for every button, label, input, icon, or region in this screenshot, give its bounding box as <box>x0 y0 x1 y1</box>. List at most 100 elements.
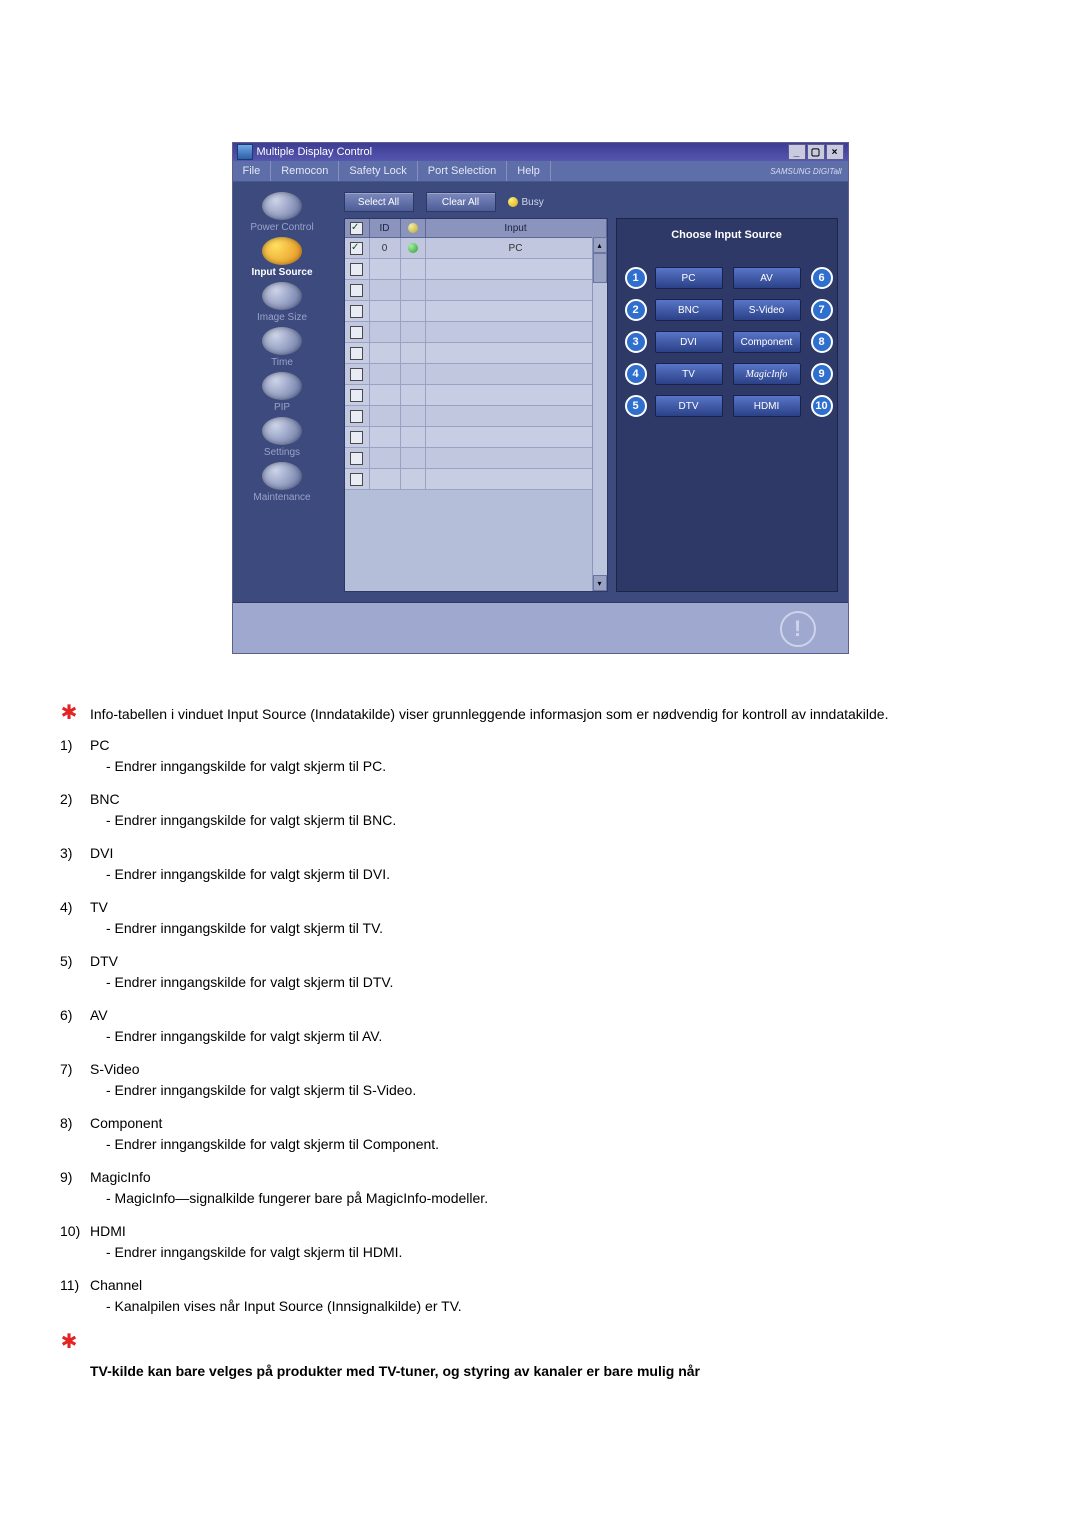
close-button[interactable]: × <box>826 144 844 160</box>
col-id-header[interactable]: ID <box>370 219 401 237</box>
item-number: 3) <box>60 843 72 864</box>
cell-input <box>426 301 607 321</box>
item-title: TV <box>90 899 108 915</box>
menu-help[interactable]: Help <box>507 161 551 181</box>
item-title: MagicInfo <box>90 1169 151 1185</box>
cell-check[interactable] <box>345 448 370 468</box>
choose-input-title: Choose Input Source <box>625 229 829 241</box>
sidebar-item-maintenance[interactable]: Maintenance <box>237 462 327 503</box>
table-row[interactable]: 0PC <box>345 238 607 259</box>
cell-id: 0 <box>370 238 401 258</box>
info-icon: ! <box>780 611 816 647</box>
table-row[interactable] <box>345 448 607 469</box>
select-all-button[interactable]: Select All <box>344 192 414 212</box>
cell-check[interactable] <box>345 406 370 426</box>
cell-check[interactable] <box>345 280 370 300</box>
table-row[interactable] <box>345 259 607 280</box>
settings-icon <box>262 417 302 445</box>
item-sub: - Endrer inngangskilde for valgt skjerm … <box>90 864 1020 885</box>
sidebar-item-settings[interactable]: Settings <box>237 417 327 458</box>
cell-check[interactable] <box>345 322 370 342</box>
source-button-hdmi[interactable]: HDMI <box>733 395 801 417</box>
source-button-bnc[interactable]: BNC <box>655 299 723 321</box>
cell-check[interactable] <box>345 427 370 447</box>
cell-check[interactable] <box>345 469 370 489</box>
item-number: 8) <box>60 1113 72 1134</box>
cell-id <box>370 406 401 426</box>
window-title: Multiple Display Control <box>257 146 373 158</box>
source-button-pc[interactable]: PC <box>655 267 723 289</box>
sidebar-item-label: Power Control <box>250 222 313 233</box>
cell-id <box>370 364 401 384</box>
source-button-component[interactable]: Component <box>733 331 801 353</box>
cell-input <box>426 427 607 447</box>
cell-id <box>370 385 401 405</box>
source-button-dtv[interactable]: DTV <box>655 395 723 417</box>
cell-check[interactable] <box>345 364 370 384</box>
item-sub: - Endrer inngangskilde for valgt skjerm … <box>90 972 1020 993</box>
col-status-header[interactable] <box>401 219 426 237</box>
minimize-button[interactable]: _ <box>788 144 806 160</box>
cell-check[interactable] <box>345 238 370 258</box>
menu-safetylock[interactable]: Safety Lock <box>339 161 417 181</box>
cell-status <box>401 322 426 342</box>
item-title: DVI <box>90 845 113 861</box>
callout-badge: 2 <box>625 299 647 321</box>
item-sub: - Endrer inngangskilde for valgt skjerm … <box>90 810 1020 831</box>
busy-icon <box>508 197 518 207</box>
cell-id <box>370 301 401 321</box>
source-button-av[interactable]: AV <box>733 267 801 289</box>
sidebar-item-pip[interactable]: PIP <box>237 372 327 413</box>
item-number: 11) <box>60 1275 79 1296</box>
menu-portselection[interactable]: Port Selection <box>418 161 507 181</box>
cell-check[interactable] <box>345 301 370 321</box>
table-row[interactable] <box>345 322 607 343</box>
table-row[interactable] <box>345 469 607 490</box>
source-button-magicinfo[interactable]: MagicInfo <box>733 363 801 385</box>
source-button-tv[interactable]: TV <box>655 363 723 385</box>
cell-status <box>401 301 426 321</box>
item-sub: - Endrer inngangskilde for valgt skjerm … <box>90 1242 1020 1263</box>
table-row[interactable] <box>345 301 607 322</box>
scroll-thumb[interactable] <box>593 253 607 283</box>
menu-remocon[interactable]: Remocon <box>271 161 339 181</box>
item-number: 1) <box>60 735 72 756</box>
item-title: PC <box>90 737 109 753</box>
source-button-s-video[interactable]: S-Video <box>733 299 801 321</box>
menu-file[interactable]: File <box>233 161 272 181</box>
app-icon <box>237 144 253 160</box>
item-number: 4) <box>60 897 72 918</box>
item-sub: - Endrer inngangskilde for valgt skjerm … <box>90 756 1020 777</box>
cell-check[interactable] <box>345 385 370 405</box>
item-title: Component <box>90 1115 162 1131</box>
power-icon <box>262 192 302 220</box>
col-input-header[interactable]: Input <box>426 219 607 237</box>
sidebar-item-imagesize[interactable]: Image Size <box>237 282 327 323</box>
table-row[interactable] <box>345 406 607 427</box>
callout-badge: 9 <box>811 363 833 385</box>
footer-strip: ! <box>233 602 848 653</box>
table-row[interactable] <box>345 343 607 364</box>
sidebar-item-inputsource[interactable]: Input Source <box>237 237 327 278</box>
sidebar-item-powercontrol[interactable]: Power Control <box>237 192 327 233</box>
window-controls: _ ▢ × <box>788 144 844 160</box>
table-row[interactable] <box>345 427 607 448</box>
table-row[interactable] <box>345 385 607 406</box>
table-scrollbar[interactable]: ▴ ▾ <box>592 237 607 591</box>
scroll-down-button[interactable]: ▾ <box>593 575 607 591</box>
cell-check[interactable] <box>345 343 370 363</box>
col-check-header[interactable] <box>345 219 370 237</box>
scroll-up-button[interactable]: ▴ <box>593 237 607 253</box>
cell-check[interactable] <box>345 259 370 279</box>
desc-item: 1) PC - Endrer inngangskilde for valgt skj… <box>60 735 1020 777</box>
table-row[interactable] <box>345 364 607 385</box>
maximize-button[interactable]: ▢ <box>807 144 825 160</box>
cell-input <box>426 364 607 384</box>
toolbar: Select All Clear All Busy <box>344 192 838 212</box>
sidebar-item-time[interactable]: Time <box>237 327 327 368</box>
desc-item: 7)S-Video- Endrer inngangskilde for valg… <box>60 1059 1020 1101</box>
source-button-dvi[interactable]: DVI <box>655 331 723 353</box>
table-row[interactable] <box>345 280 607 301</box>
cell-input <box>426 322 607 342</box>
clear-all-button[interactable]: Clear All <box>426 192 496 212</box>
